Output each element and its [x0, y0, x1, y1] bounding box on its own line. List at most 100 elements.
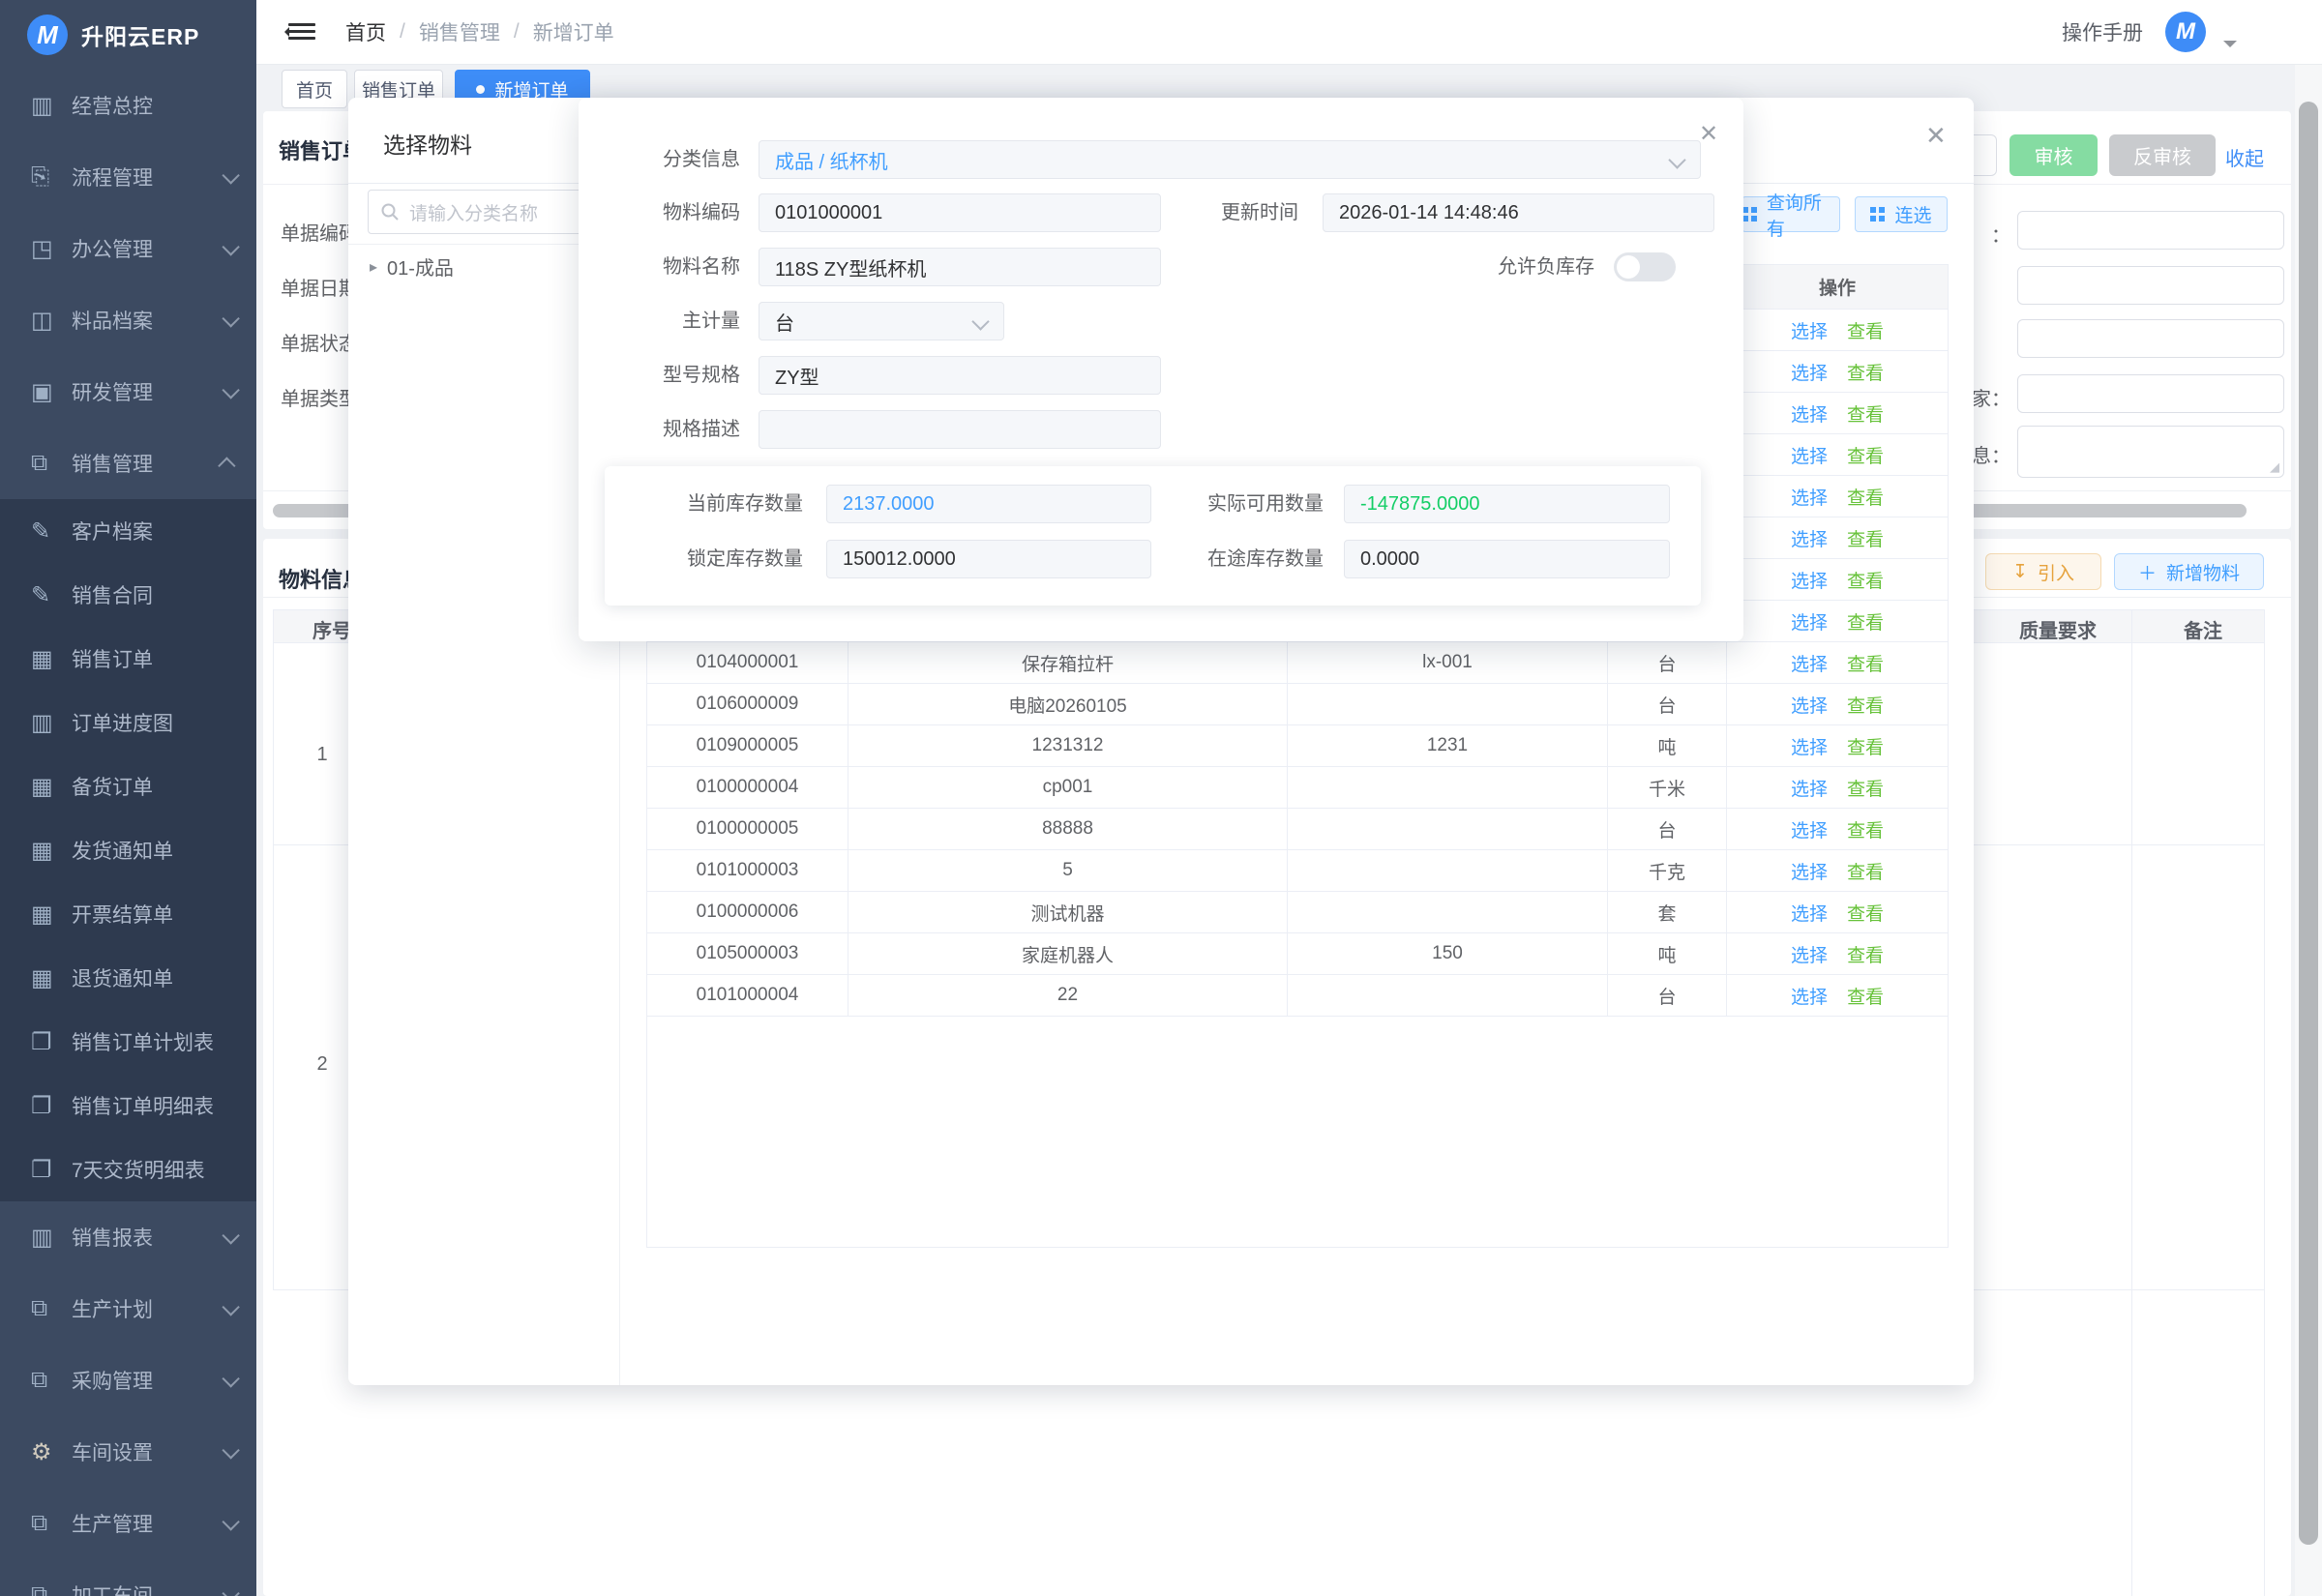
vertical-scrollbar-thumb[interactable] [2299, 102, 2318, 1545]
select-link[interactable]: 选择 [1791, 858, 1828, 884]
sidebar-item[interactable]: ◳ 办公管理 [0, 213, 256, 284]
table-row[interactable]: 0106000009 电脑20260105 台 选择 查看 [647, 684, 1948, 725]
select-link[interactable]: 选择 [1791, 442, 1828, 468]
model-input[interactable]: ZY型 [759, 356, 1161, 395]
select-link[interactable]: 选择 [1791, 359, 1828, 385]
view-link[interactable]: 查看 [1847, 359, 1884, 385]
view-link[interactable]: 查看 [1847, 692, 1884, 718]
sidebar-subitem[interactable]: ❐ 销售订单计划表 [0, 1010, 256, 1074]
sidebar-subitem[interactable]: ✎ 销售合同 [0, 563, 256, 627]
allow-negative-toggle[interactable] [1614, 252, 1676, 281]
sidebar-subitem[interactable]: ▥ 订单进度图 [0, 691, 256, 754]
updated-input[interactable]: 2026-01-14 14:48:46 [1323, 193, 1714, 232]
view-link[interactable]: 查看 [1847, 650, 1884, 676]
select-link[interactable]: 选择 [1791, 983, 1828, 1009]
code-input[interactable]: 0101000001 [759, 193, 1161, 232]
breadcrumb-sales[interactable]: 销售管理 [419, 17, 500, 46]
sidebar-subitem[interactable]: ❐ 7天交货明细表 [0, 1138, 256, 1201]
sidebar-subitem[interactable]: ❐ 销售订单明细表 [0, 1074, 256, 1138]
multi-select-button[interactable]: 连选 [1855, 196, 1948, 232]
table-row[interactable]: 0109000005 1231312 1231 吨 选择 查看 [647, 725, 1948, 767]
sidebar-item[interactable]: ⧉ 生产计划 [0, 1273, 256, 1345]
category-select[interactable]: 成品 / 纸杯机 [759, 140, 1701, 179]
manual-link[interactable]: 操作手册 [2062, 0, 2143, 64]
view-link[interactable]: 查看 [1847, 733, 1884, 759]
avatar-caret-icon[interactable] [2223, 41, 2237, 54]
table-row[interactable]: 0101000004 22 台 选择 查看 [647, 975, 1948, 1017]
table-row[interactable]: 0100000005 88888 台 选择 查看 [647, 809, 1948, 850]
breadcrumb-new-order[interactable]: 新增订单 [533, 17, 614, 46]
view-link[interactable]: 查看 [1847, 900, 1884, 926]
tree-expand-icon[interactable]: ▸ [370, 257, 377, 277]
view-link[interactable]: 查看 [1847, 983, 1884, 1009]
right-input-2[interactable] [2017, 266, 2284, 305]
right-input-4[interactable] [2017, 374, 2284, 413]
vertical-scrollbar-track[interactable] [2295, 64, 2322, 1596]
sidebar-item[interactable]: ⧉ 采购管理 [0, 1345, 256, 1416]
import-button[interactable]: ↧引入 [1985, 553, 2101, 590]
modal-close-icon[interactable]: ✕ [1925, 123, 1947, 148]
sidebar-subitem[interactable]: ▦ 退货通知单 [0, 946, 256, 1010]
view-link[interactable]: 查看 [1847, 775, 1884, 801]
tab-home[interactable]: 首页 [282, 70, 347, 108]
unreview-button[interactable]: 反审核 [2109, 134, 2216, 176]
sidebar-item[interactable]: ⚙ 车间设置 [0, 1416, 256, 1488]
select-link[interactable]: 选择 [1791, 400, 1828, 427]
table-row[interactable]: 0105000003 家庭机器人 150 吨 选择 查看 [647, 933, 1948, 975]
tree-node-finished-goods[interactable]: ▸ 01-成品 [370, 252, 454, 281]
sidebar-item[interactable]: ▣ 研发管理 [0, 356, 256, 428]
view-link[interactable]: 查看 [1847, 816, 1884, 842]
table-row[interactable]: 0100000004 cp001 千米 选择 查看 [647, 767, 1948, 809]
select-link[interactable]: 选择 [1791, 608, 1828, 635]
select-link[interactable]: 选择 [1791, 816, 1828, 842]
sidebar-item[interactable]: ▥ 销售报表 [0, 1201, 256, 1273]
current-stock-input[interactable]: 2137.0000 [826, 485, 1151, 523]
sidebar-item[interactable]: ⧉ 加工车间 [0, 1559, 256, 1596]
sidebar-subitem[interactable]: ▦ 销售订单 [0, 627, 256, 691]
avatar[interactable]: M [2165, 12, 2206, 52]
breadcrumb-home[interactable]: 首页 [345, 17, 386, 46]
remark-textarea[interactable]: ◢ [2017, 426, 2284, 478]
select-link[interactable]: 选择 [1791, 484, 1828, 510]
app-logo-row[interactable]: M 升阳云ERP [0, 0, 256, 70]
add-material-button[interactable]: ＋新增物料 [2114, 553, 2264, 590]
collapse-link[interactable]: 收起 [2225, 143, 2264, 171]
resize-handle-icon[interactable]: ◢ [2270, 459, 2279, 475]
sidebar-item[interactable]: ⎘ 流程管理 [0, 141, 256, 213]
category-search-input[interactable]: 请输入分类名称 [368, 190, 612, 234]
view-link[interactable]: 查看 [1847, 400, 1884, 427]
table-row[interactable]: 0104000001 保存箱拉杆 lx-001 台 选择 查看 [647, 642, 1948, 684]
sidebar-subitem[interactable]: ✎ 客户档案 [0, 499, 256, 563]
view-link[interactable]: 查看 [1847, 484, 1884, 510]
view-link[interactable]: 查看 [1847, 567, 1884, 593]
view-link[interactable]: 查看 [1847, 858, 1884, 884]
view-link[interactable]: 查看 [1847, 941, 1884, 967]
select-link[interactable]: 选择 [1791, 692, 1828, 718]
select-link[interactable]: 选择 [1791, 650, 1828, 676]
sidebar-subitem[interactable]: ▦ 备货订单 [0, 754, 256, 818]
select-link[interactable]: 选择 [1791, 941, 1828, 967]
transit-stock-input[interactable]: 0.0000 [1344, 540, 1670, 578]
name-input[interactable]: 118S ZY型纸杯机 [759, 248, 1161, 286]
select-link[interactable]: 选择 [1791, 733, 1828, 759]
view-link[interactable]: 查看 [1847, 608, 1884, 635]
view-link[interactable]: 查看 [1847, 525, 1884, 551]
view-link[interactable]: 查看 [1847, 442, 1884, 468]
sidebar-item[interactable]: ◫ 料品档案 [0, 284, 256, 356]
select-link[interactable]: 选择 [1791, 317, 1828, 343]
available-stock-input[interactable]: -147875.0000 [1344, 485, 1670, 523]
select-link[interactable]: 选择 [1791, 900, 1828, 926]
sidebar-subitem[interactable]: ▦ 开票结算单 [0, 882, 256, 946]
popup-close-icon[interactable]: ✕ [1699, 123, 1718, 146]
right-input-3[interactable] [2017, 319, 2284, 358]
select-link[interactable]: 选择 [1791, 567, 1828, 593]
select-link[interactable]: 选择 [1791, 525, 1828, 551]
select-link[interactable]: 选择 [1791, 775, 1828, 801]
sidebar-item[interactable]: ▥ 经营总控 [0, 70, 256, 141]
sidebar-item[interactable]: ⧉ 生产管理 [0, 1488, 256, 1559]
sidebar-subitem[interactable]: ▦ 发货通知单 [0, 818, 256, 882]
spec-input[interactable] [759, 410, 1161, 449]
locked-stock-input[interactable]: 150012.0000 [826, 540, 1151, 578]
view-link[interactable]: 查看 [1847, 317, 1884, 343]
query-all-button[interactable]: 查询所有 [1742, 196, 1840, 232]
